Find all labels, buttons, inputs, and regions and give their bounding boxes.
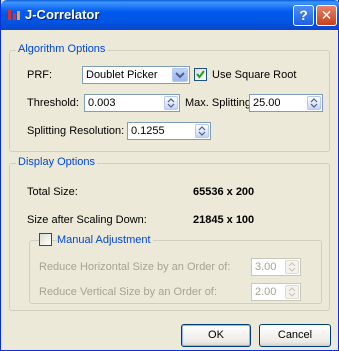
reduce-horizontal-spinner[interactable]: 3.00 bbox=[251, 258, 301, 276]
threshold-spin-icon[interactable] bbox=[164, 96, 178, 110]
close-button[interactable]: ✕ bbox=[316, 5, 337, 26]
splitting-resolution-spinner[interactable]: 0.1255 bbox=[127, 122, 211, 140]
max-splitting-spin-icon[interactable] bbox=[307, 96, 321, 110]
splitting-resolution-value: 0.1255 bbox=[131, 125, 165, 137]
manual-adjustment-label: Manual Adjustment bbox=[57, 234, 153, 246]
app-icon bbox=[7, 8, 21, 22]
max-splitting-label: Max. Splitting: bbox=[185, 97, 255, 109]
window-title: J-Correlator bbox=[25, 7, 100, 22]
total-size-value: 65536 x 200 bbox=[193, 186, 255, 198]
use-square-root-label: Use Square Root bbox=[212, 69, 297, 81]
manual-adjustment-checkbox[interactable] bbox=[39, 233, 52, 246]
reduce-horizontal-spin-icon[interactable] bbox=[285, 260, 299, 274]
threshold-value: 0.003 bbox=[88, 97, 116, 109]
checkmark-icon bbox=[196, 70, 205, 79]
max-splitting-value: 25.00 bbox=[253, 97, 281, 109]
prf-label: PRF: bbox=[27, 69, 53, 81]
title-bar[interactable]: J-Correlator ? ✕ bbox=[1, 0, 339, 30]
ok-button[interactable]: OK bbox=[181, 324, 251, 347]
help-button[interactable]: ? bbox=[293, 5, 314, 26]
splitting-resolution-label: Splitting Resolution: bbox=[27, 125, 125, 137]
close-icon: ✕ bbox=[320, 7, 333, 23]
reduce-horizontal-value: 3.00 bbox=[255, 261, 277, 273]
reduce-horizontal-label: Reduce Horizontal Size by an Order of: bbox=[39, 261, 231, 273]
scaled-size-value: 21845 x 100 bbox=[193, 214, 255, 226]
total-size-label: Total Size: bbox=[27, 186, 78, 198]
use-square-root-checkbox[interactable] bbox=[194, 68, 207, 81]
reduce-vertical-label: Reduce Vertical Size by an Order of: bbox=[39, 286, 217, 298]
scaled-size-label: Size after Scaling Down: bbox=[27, 214, 147, 226]
help-icon: ? bbox=[299, 7, 308, 23]
threshold-spinner[interactable]: 0.003 bbox=[84, 94, 180, 112]
cancel-button[interactable]: Cancel bbox=[259, 324, 331, 347]
algorithm-options-legend: Algorithm Options bbox=[16, 43, 108, 55]
chevron-down-icon[interactable] bbox=[172, 68, 188, 82]
splitting-resolution-spin-icon[interactable] bbox=[195, 124, 209, 138]
threshold-label: Threshold: bbox=[27, 97, 79, 109]
reduce-vertical-value: 2.00 bbox=[255, 286, 277, 298]
reduce-vertical-spinner[interactable]: 2.00 bbox=[251, 283, 301, 301]
display-options-legend: Display Options bbox=[16, 156, 98, 168]
prf-select[interactable]: Doublet Picker bbox=[82, 66, 190, 84]
dialog-window: J-Correlator ? ✕ Algorithm Options PRF: … bbox=[0, 0, 339, 351]
max-splitting-spinner[interactable]: 25.00 bbox=[249, 94, 323, 112]
reduce-vertical-spin-icon[interactable] bbox=[285, 285, 299, 299]
prf-select-value: Doublet Picker bbox=[86, 69, 158, 81]
